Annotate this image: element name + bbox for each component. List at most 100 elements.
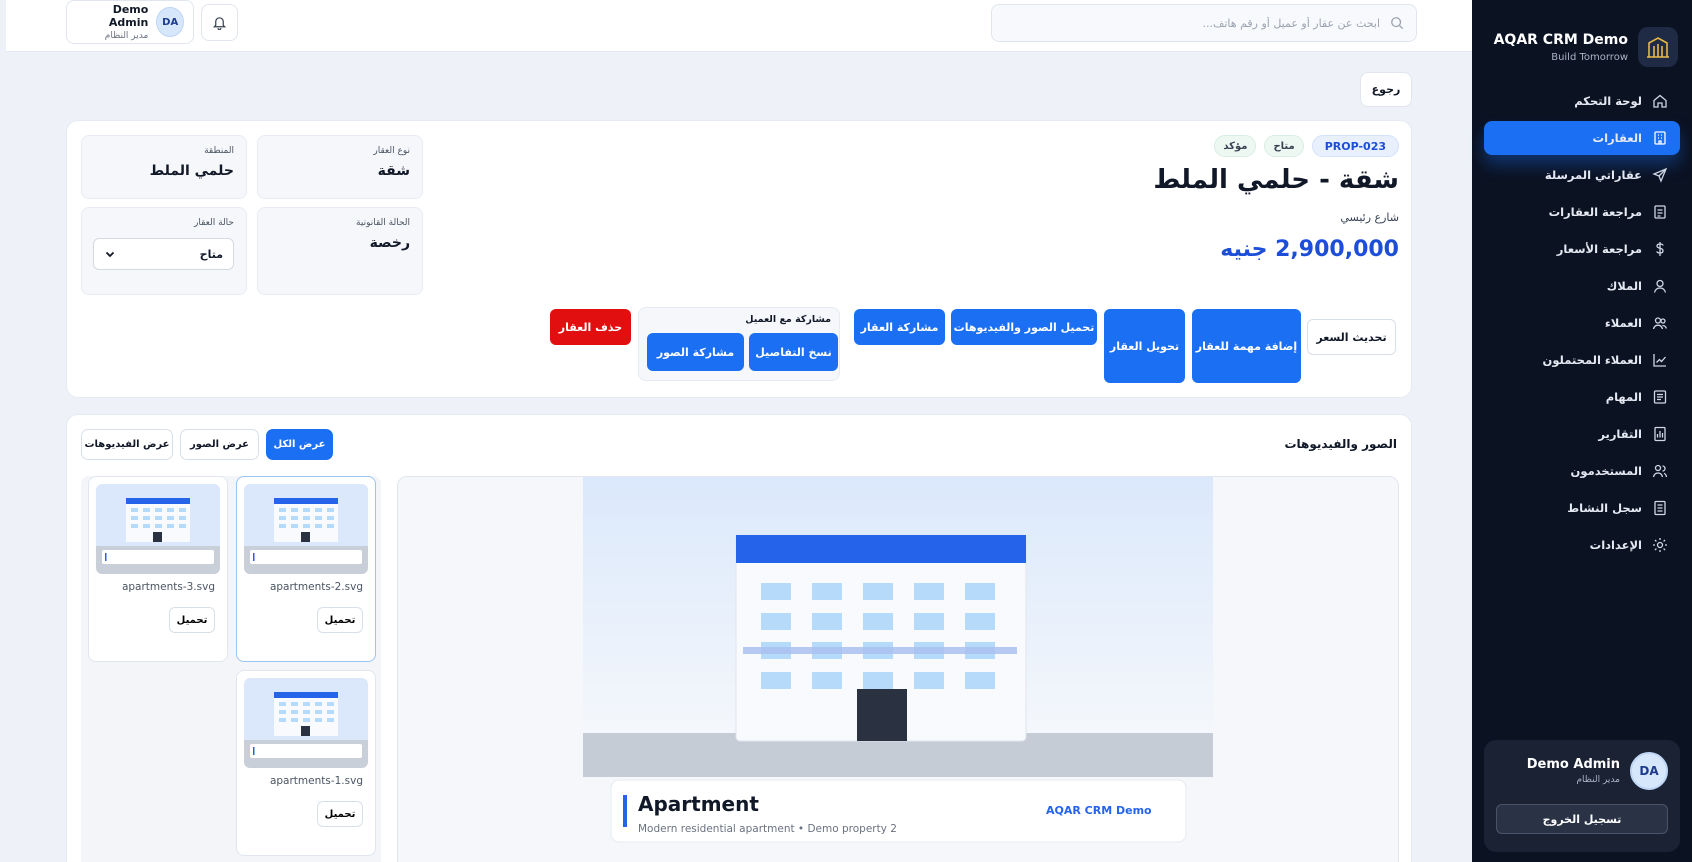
user-icon [1653, 279, 1667, 293]
thumbnail-filename: apartments-1.svg [269, 775, 363, 787]
settings-icon [1653, 538, 1667, 552]
download-button[interactable]: تحميل [317, 801, 363, 827]
property-type-value: شقة [377, 163, 410, 179]
page-title: شقة - حلمي الملط [1153, 165, 1399, 195]
copy-details-button[interactable]: نسخ التفاصيل [749, 333, 838, 371]
sidebar-item-properties[interactable]: العقارات [1484, 121, 1680, 155]
sidebar-item-label: الملاك [1606, 279, 1642, 293]
log-icon [1654, 500, 1666, 516]
property-code-badge: PROP-023 [1311, 135, 1399, 157]
property-price: 2,900,000 جنيه [1220, 237, 1399, 262]
sidebar-item-activity-log[interactable]: سجل النشاط [1484, 491, 1680, 525]
share-with-client-label: مشاركة مع العميل [745, 314, 831, 325]
sidebar-item-label: الإعدادات [1589, 538, 1642, 552]
review-icon [1654, 205, 1666, 219]
sidebar-item-sent-properties[interactable]: عقاراتي المرسلة [1484, 158, 1680, 192]
media-thumbnail[interactable]: apartments-3.svg تحميل [88, 476, 228, 662]
sidebar-item-clients[interactable]: العملاء [1484, 306, 1680, 340]
search-icon [1391, 17, 1404, 30]
media-preview[interactable]: Apartment Modern residential apartment •… [397, 476, 1399, 862]
legal-status-label: الحالة القانونية [356, 218, 410, 228]
media-thumbnail[interactable]: apartments-1.svg تحميل [236, 670, 376, 856]
property-area-label: المنطقة [204, 146, 234, 156]
property-status-box: حالة العقار متاح [81, 207, 247, 295]
sidebar-item-label: المهام [1605, 390, 1642, 404]
share-property-button[interactable]: مشاركة العقار [854, 309, 945, 345]
sidebar-item-label: سجل النشاط [1567, 501, 1642, 515]
property-details-card: PROP-023 متاح مؤكد شقة - حلمي الملط شارع… [66, 120, 1412, 398]
confirmed-badge: مؤكد [1214, 135, 1257, 157]
sidebar-item-property-review[interactable]: مراجعة العقارات [1484, 195, 1680, 229]
sidebar-item-label: العملاء المحتملون [1542, 353, 1642, 367]
download-button[interactable]: تحميل [169, 607, 215, 633]
sidebar-item-reports[interactable]: التقارير [1484, 417, 1680, 451]
sidebar: AQAR CRM Demo Build Tomorrow لوحة التحكم… [1472, 0, 1692, 862]
download-button[interactable]: تحميل [317, 607, 363, 633]
sidebar-item-settings[interactable]: الإعدادات [1484, 528, 1680, 562]
status-select-value: متاح [199, 247, 223, 261]
back-button[interactable]: رجوع [1360, 72, 1412, 107]
sidebar-item-label: المستخدمون [1570, 464, 1642, 478]
property-area-box: المنطقة حلمي الملط [81, 135, 247, 199]
users-icon [1652, 317, 1667, 330]
share-with-client-box: مشاركة مع العميل نسخ التفاصيل مشاركة الص… [638, 307, 840, 381]
brand-title: AQAR CRM Demo [1493, 31, 1628, 48]
tasks-icon [1653, 390, 1667, 404]
user-name: Demo Admin [1526, 757, 1620, 772]
property-type-box: نوع العقار شقة [257, 135, 423, 199]
home-icon [1653, 94, 1667, 108]
profile-role: مدير النظام [104, 31, 149, 41]
sidebar-item-label: عقاراتي المرسلة [1544, 168, 1642, 182]
team-icon [1652, 464, 1668, 478]
update-price-button[interactable]: تحديث السعر [1307, 319, 1396, 355]
status-badge: متاح [1264, 135, 1304, 157]
sidebar-item-label: العقارات [1592, 131, 1642, 145]
media-thumbnail[interactable]: apartments-2.svg تحميل [236, 476, 376, 662]
user-role: مدير النظام [1576, 775, 1620, 785]
chevron-down-icon [105, 251, 115, 258]
profile-chip[interactable]: Demo Admin مدير النظام DA [66, 0, 194, 44]
sidebar-item-price-review[interactable]: مراجعة الأسعار [1484, 232, 1680, 266]
add-task-button[interactable]: إضافة مهمة للعقار [1192, 309, 1301, 383]
thumbnail-filename: apartments-3.svg [121, 581, 215, 593]
property-status-label: حالة العقار [194, 218, 234, 228]
delete-property-button[interactable]: حذف العقار [550, 309, 631, 345]
upload-media-button[interactable]: تحميل الصور والفيديوهات [951, 309, 1097, 345]
avatar: DA [1630, 752, 1668, 790]
filter-photos-button[interactable]: عرض الصور [180, 429, 259, 460]
sidebar-item-label: مراجعة الأسعار [1556, 242, 1642, 256]
filter-videos-button[interactable]: عرض الفيديوهات [81, 429, 173, 460]
sidebar-item-label: التقارير [1598, 427, 1642, 441]
sidebar-item-users[interactable]: المستخدمون [1484, 454, 1680, 488]
media-thumbnails: apartments-2.svg تحميل apartments-3.svg … [81, 476, 381, 862]
search-input[interactable] [1004, 16, 1380, 30]
chart-icon [1653, 354, 1666, 367]
transfer-property-button[interactable]: تحويل العقار [1104, 309, 1185, 383]
avatar: DA [156, 7, 184, 37]
filter-all-button[interactable]: عرض الكل [266, 429, 333, 460]
logout-button[interactable]: تسجيل الخروج [1496, 804, 1668, 834]
reports-icon [1654, 426, 1666, 442]
thumbnail-image [244, 484, 368, 574]
brand: AQAR CRM Demo Build Tomorrow [1472, 0, 1692, 80]
share-photos-button[interactable]: مشاركة الصور [647, 333, 744, 371]
search-box[interactable] [991, 4, 1417, 42]
send-icon [1652, 167, 1668, 183]
media-section-title: الصور والفيديوهات [1284, 437, 1397, 451]
preview-caption-brand: AQAR CRM Demo [1046, 804, 1152, 817]
sidebar-item-leads[interactable]: العملاء المحتملون [1484, 343, 1680, 377]
sidebar-item-tasks[interactable]: المهام [1484, 380, 1680, 414]
notifications-button[interactable] [201, 4, 238, 41]
building-logo-icon [1638, 27, 1678, 67]
preview-caption-title: Apartment [638, 792, 759, 816]
property-type-label: نوع العقار [373, 146, 410, 156]
sidebar-nav: لوحة التحكم العقارات عقاراتي المرسلة مرا… [1472, 80, 1692, 569]
property-street: شارع رئيسي [1340, 211, 1399, 224]
sidebar-item-label: مراجعة العقارات [1548, 205, 1642, 219]
preview-caption-subtitle: Modern residential apartment • Demo prop… [638, 823, 897, 835]
sidebar-item-dashboard[interactable]: لوحة التحكم [1484, 84, 1680, 118]
property-status-select[interactable]: متاح [93, 238, 234, 270]
property-area-value: حلمي الملط [149, 163, 234, 179]
sidebar-item-label: العملاء [1604, 316, 1642, 330]
sidebar-item-owners[interactable]: الملاك [1484, 269, 1680, 303]
